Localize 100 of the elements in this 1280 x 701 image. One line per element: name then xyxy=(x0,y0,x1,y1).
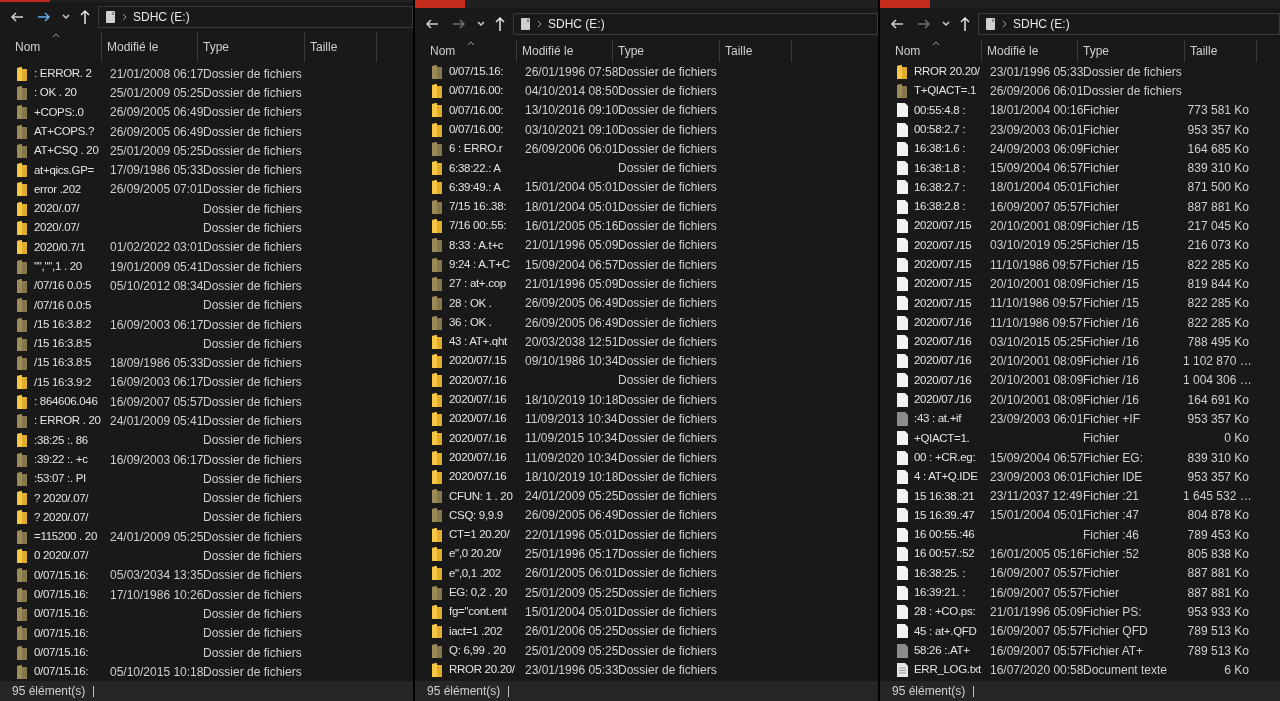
up-arrow-icon[interactable] xyxy=(959,16,971,32)
file-name[interactable]: 16:38:25. : xyxy=(914,564,988,582)
file-name[interactable]: 0/07/15.16: xyxy=(34,586,108,604)
address-bar[interactable]: SDHC (E:) xyxy=(513,13,878,35)
file-name[interactable]: e",0 20.20/ xyxy=(449,545,523,563)
file-name[interactable]: EG: 0,2 . 20 xyxy=(449,584,523,602)
file-name[interactable]: at+qics.GP= xyxy=(34,161,108,179)
file-name[interactable]: =115200 . 20 xyxy=(34,528,108,546)
file-name[interactable]: 0/07/15.16: xyxy=(449,63,523,81)
file-name[interactable]: : 864606.046 xyxy=(34,393,108,411)
file-name[interactable]: 2020/07/.16 xyxy=(449,410,523,428)
file-name[interactable]: CSQ: 9,9.9 xyxy=(449,506,523,525)
file-name[interactable]: 0 2020/.07/ xyxy=(34,547,108,565)
chevron-down-icon[interactable] xyxy=(476,20,486,28)
file-name[interactable]: : OK . 20 xyxy=(34,84,108,102)
file-name[interactable]: 16:38:1.8 : xyxy=(914,159,988,177)
file-name[interactable]: 0/07/16.00: xyxy=(449,120,523,139)
file-name[interactable]: /15 16:3.9:2 xyxy=(34,373,108,391)
file-name[interactable]: 00:55:4.8 : xyxy=(914,101,988,119)
file-name[interactable]: :43 : at.+if xyxy=(914,410,988,428)
file-name[interactable]: 2020/07./15 xyxy=(914,217,988,235)
file-name[interactable]: fg="cont.ent xyxy=(449,603,523,621)
file-name[interactable]: 16:38:2.7 : xyxy=(914,178,988,197)
file-name[interactable]: 00:58:2.7 : xyxy=(914,120,988,139)
file-name[interactable]: ? 2020/.07/ xyxy=(34,489,108,507)
file-name[interactable]: AT+CSQ . 20 xyxy=(34,142,108,160)
file-name[interactable]: 27 : at+.cop xyxy=(449,275,523,293)
file-name[interactable]: iact=1 .202 xyxy=(449,622,523,640)
address-bar[interactable]: SDHC (E:) xyxy=(978,13,1280,35)
file-name[interactable]: 2020/07/.16 xyxy=(449,468,523,486)
file-name[interactable]: 0/07/15.16: xyxy=(34,605,108,623)
file-name[interactable]: 2020/07/.16 xyxy=(449,371,523,389)
file-name[interactable]: 0/07/16.00: xyxy=(449,82,523,100)
file-name[interactable]: 7/15 16:.38: xyxy=(449,198,523,216)
file-name[interactable]: 15 16:38.:21 xyxy=(914,487,988,505)
file-name[interactable]: 2020/07./16 xyxy=(914,391,988,409)
column-header[interactable]: Taille xyxy=(1185,40,1257,62)
file-name[interactable]: :53:07 :. PI xyxy=(34,470,108,488)
file-name[interactable]: 58:26 :.AT+ xyxy=(914,641,988,660)
chevron-down-icon[interactable] xyxy=(61,13,71,21)
file-name[interactable]: +COPS:.0 xyxy=(34,103,108,121)
column-header[interactable]: Nom xyxy=(0,32,102,62)
file-name[interactable]: :39:22 :. +c xyxy=(34,450,108,469)
file-name[interactable]: Q: 6,99 . 20 xyxy=(449,641,523,660)
file-name[interactable]: 43 : AT+.qht xyxy=(449,333,523,351)
file-name[interactable]: e",0,1 .202 xyxy=(449,564,523,582)
file-name[interactable]: 2020/07./15 xyxy=(914,294,988,312)
file-name[interactable]: 2020/07./16 xyxy=(914,352,988,370)
column-header[interactable]: Modifié le xyxy=(517,40,613,62)
file-name[interactable]: : ERROR . 20 xyxy=(34,412,108,430)
file-name[interactable]: 0/07/15.16: xyxy=(34,643,108,662)
file-name[interactable]: :38:25 :. 86 xyxy=(34,431,108,449)
file-name[interactable]: 2020/07./16 xyxy=(914,313,988,332)
column-header[interactable]: Taille xyxy=(720,40,792,62)
file-name[interactable]: 16:38:2.8 : xyxy=(914,198,988,216)
file-name[interactable]: error .202 xyxy=(34,180,108,199)
column-header[interactable]: Modifié le xyxy=(982,40,1078,62)
file-name[interactable]: 4 : AT+Q.IDE xyxy=(914,468,988,486)
file-name[interactable]: 7/16 00:.55: xyxy=(449,217,523,235)
column-header[interactable]: Modifié le xyxy=(102,32,198,62)
file-name[interactable]: 00 : +CR.eg: xyxy=(914,448,988,467)
file-name[interactable]: "","",1 . 20 xyxy=(34,258,108,276)
file-name[interactable]: 2020/07./15 xyxy=(914,275,988,293)
file-name[interactable]: 2020/07/.15 xyxy=(449,352,523,370)
up-arrow-icon[interactable] xyxy=(79,9,91,25)
file-name[interactable]: 2020/0.7/1 xyxy=(34,238,108,256)
file-name[interactable]: CFUN: 1 . 20 xyxy=(449,487,523,505)
file-name[interactable]: 0/07/15.16: xyxy=(34,624,108,642)
column-header[interactable]: Type xyxy=(613,40,720,62)
file-name[interactable]: 0/07/16.00: xyxy=(449,101,523,119)
file-name[interactable]: 16:38:1.6 : xyxy=(914,140,988,158)
file-name[interactable]: /15 16:3.8:5 xyxy=(34,335,108,353)
file-name[interactable]: 9:24 : A.T+C xyxy=(449,256,523,274)
file-name[interactable]: /15 16:3.8:5 xyxy=(34,354,108,372)
file-name[interactable]: 36 : OK . xyxy=(449,313,523,332)
column-header[interactable]: Taille xyxy=(305,32,377,62)
file-name[interactable]: 8:33 : A.t+c xyxy=(449,236,523,254)
file-name[interactable]: 16:39:21. : xyxy=(914,584,988,602)
file-name[interactable]: AT+COPS.? xyxy=(34,122,108,141)
column-header[interactable]: Type xyxy=(198,32,305,62)
file-name[interactable]: T+QIACT=.1 xyxy=(914,82,988,100)
file-name[interactable]: 28 : +CO.ps: xyxy=(914,603,988,621)
file-name[interactable]: 2020/07./16 xyxy=(914,333,988,351)
file-name[interactable]: RROR 20.20/ xyxy=(449,661,523,679)
file-name[interactable]: 28 : OK . xyxy=(449,294,523,312)
file-name[interactable]: 0/07/15.16: xyxy=(34,566,108,584)
file-name[interactable]: 2020/07./16 xyxy=(914,371,988,389)
up-arrow-icon[interactable] xyxy=(494,16,506,32)
file-name[interactable]: 15 16:39.:47 xyxy=(914,506,988,525)
file-name[interactable]: /07/16 0.0:5 xyxy=(34,277,108,295)
file-name[interactable]: /07/16 0.0:5 xyxy=(34,296,108,314)
file-name[interactable]: 2020/.07/ xyxy=(34,219,108,237)
file-name[interactable]: 2020/07/.16 xyxy=(449,429,523,447)
file-name[interactable]: ? 2020/.07/ xyxy=(34,508,108,527)
address-bar[interactable]: SDHC (E:) xyxy=(98,6,413,28)
column-header[interactable]: Nom xyxy=(880,40,982,62)
file-name[interactable]: CT=1 20.20/ xyxy=(449,526,523,544)
file-name[interactable]: +QIACT=1. xyxy=(914,429,988,447)
file-name[interactable]: ERR_LOG.txt xyxy=(914,661,988,679)
file-name[interactable]: 2020/07./15 xyxy=(914,256,988,274)
